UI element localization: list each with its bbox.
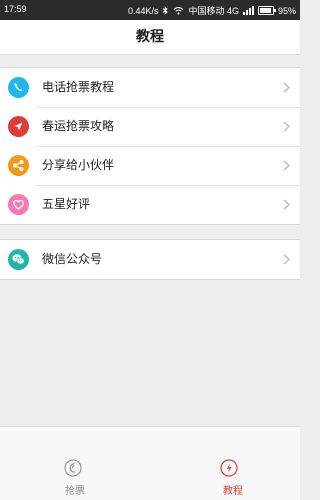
share-icon <box>8 155 29 176</box>
page-header: 教程 <box>0 20 300 55</box>
status-bar: 17:59 0.44K/s 中国移动 4G 95% <box>0 0 300 20</box>
menu-item-label: 春运抢票攻略 <box>42 119 115 133</box>
chevron-right-icon <box>283 121 290 132</box>
tab-label: 教程 <box>223 486 243 497</box>
menu-item-phone-tutorial[interactable]: 电话抢票教程 <box>0 68 300 107</box>
menu-item-share[interactable]: 分享给小伙伴 <box>0 146 300 185</box>
bluetooth-icon <box>163 6 169 15</box>
phone-icon <box>8 77 29 98</box>
chevron-right-icon <box>283 254 290 265</box>
menu-item-spring-festival-guide[interactable]: 春运抢票攻略 <box>0 107 300 146</box>
net-speed: 0.44K/s <box>127 5 159 16</box>
menu-group: 电话抢票教程 春运抢票攻略 分享给小伙伴 五星好评 <box>0 67 300 225</box>
wifi-icon <box>174 7 184 15</box>
menu-item-label: 分享给小伙伴 <box>42 158 115 172</box>
battery-percent: 95% <box>277 5 296 16</box>
wechat-group: 微信公众号 <box>0 239 300 280</box>
tutorial-icon <box>220 459 238 477</box>
heart-icon <box>8 194 29 215</box>
menu-item-label: 微信公众号 <box>42 252 103 266</box>
bottom-tab-bar: 抢票 教程 <box>0 426 300 500</box>
tab-tutorial[interactable]: 教程 <box>150 427 300 500</box>
chevron-right-icon <box>283 160 290 171</box>
chevron-right-icon <box>283 199 290 210</box>
tab-label: 抢票 <box>65 486 85 497</box>
page-title: 教程 <box>136 29 164 45</box>
menu-item-label: 五星好评 <box>42 197 91 211</box>
chevron-right-icon <box>283 82 290 93</box>
carrier-label: 中国移动 4G <box>188 6 239 16</box>
signal-icon <box>242 6 254 15</box>
tab-grab-tickets[interactable]: 抢票 <box>0 427 150 500</box>
navigation-arrow-icon <box>8 116 29 137</box>
wechat-icon <box>8 249 29 270</box>
menu-item-wechat-official-account[interactable]: 微信公众号 <box>0 240 300 279</box>
ticket-grab-icon <box>64 459 82 477</box>
status-right-group: 0.44K/s 中国移动 4G 95% <box>128 4 296 17</box>
menu-item-five-star-review[interactable]: 五星好评 <box>0 185 300 224</box>
menu-item-label: 电话抢票教程 <box>42 80 115 94</box>
status-time: 17:59 <box>4 4 27 14</box>
battery-icon <box>257 6 276 15</box>
